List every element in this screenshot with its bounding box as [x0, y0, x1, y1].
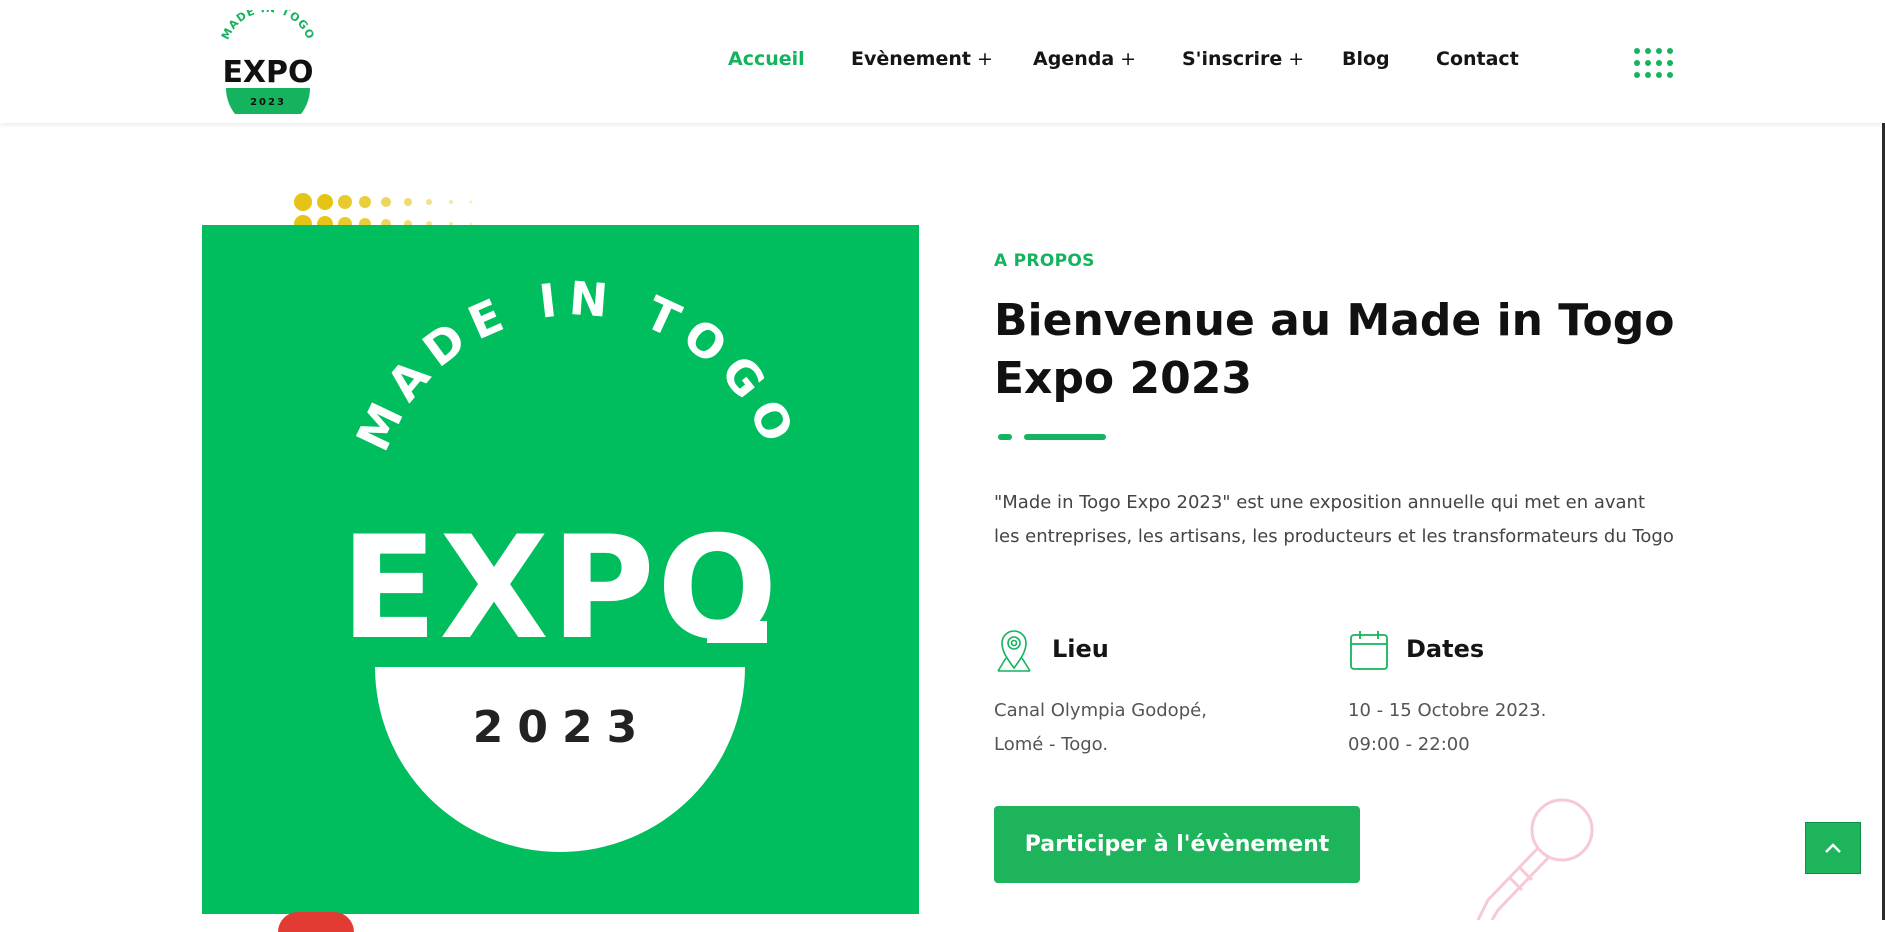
- location-line-2: Lomé - Togo.: [994, 734, 1109, 755]
- nav-label: Contact: [1436, 48, 1519, 70]
- nav-label: Blog: [1342, 48, 1390, 70]
- title-divider: [998, 434, 1106, 440]
- nav-item-sinscrire[interactable]: S'inscrire +: [1182, 48, 1304, 70]
- dates-line-1: 10 - 15 Octobre 2023.: [1348, 700, 1547, 721]
- plus-icon: +: [976, 48, 993, 70]
- expo-logo[interactable]: MADE IN TOGO EXPO 2023: [212, 10, 324, 114]
- nav-label: Accueil: [728, 48, 805, 70]
- page-title: Bienvenue au Made in Togo Expo 2023: [994, 295, 1675, 404]
- dates-title: Dates: [1406, 635, 1485, 663]
- nav-item-contact[interactable]: Contact: [1436, 48, 1519, 70]
- svg-text:MADE IN TOGO: MADE IN TOGO: [346, 271, 809, 459]
- svg-text:2023: 2023: [250, 97, 286, 108]
- decorative-red-shape: [278, 912, 354, 932]
- svg-text:MADE IN TOGO: MADE IN TOGO: [219, 10, 317, 42]
- dots-grid-icon[interactable]: [1633, 47, 1673, 79]
- section-eyebrow: A PROPOS: [994, 251, 1095, 271]
- decorative-dots: [294, 193, 473, 230]
- location-title: Lieu: [1052, 635, 1109, 663]
- chevron-up-icon: [1825, 843, 1841, 853]
- nav-item-blog[interactable]: Blog: [1342, 48, 1390, 70]
- plus-icon: +: [1120, 48, 1137, 70]
- back-to-top-button[interactable]: [1805, 822, 1861, 874]
- dates-line-2: 09:00 - 22:00: [1348, 734, 1470, 755]
- map-pin-icon: [997, 630, 1031, 672]
- expo-emblem: MADE IN TOGO EXPO 2023: [340, 271, 809, 852]
- nav-label: S'inscrire: [1182, 48, 1283, 70]
- calendar-icon: [1350, 631, 1388, 670]
- hero-image: MADE IN TOGO EXPO 2023: [202, 225, 919, 914]
- about-description: "Made in Togo Expo 2023" est une exposit…: [994, 492, 1674, 547]
- site-header: MADE IN TOGO EXPO 2023 Accueil Evènement…: [0, 0, 1885, 123]
- location-line-1: Canal Olympia Godopé,: [994, 700, 1207, 721]
- nav-item-evenement[interactable]: Evènement +: [851, 48, 993, 70]
- nav-label: Evènement: [851, 48, 971, 70]
- nav-label: Agenda: [1033, 48, 1115, 70]
- svg-text:EXPO: EXPO: [340, 506, 779, 671]
- nav-item-agenda[interactable]: Agenda +: [1033, 48, 1136, 70]
- svg-text:2023: 2023: [473, 702, 651, 753]
- svg-text:EXPO: EXPO: [222, 55, 313, 90]
- nav-item-accueil[interactable]: Accueil: [728, 48, 805, 70]
- participate-button[interactable]: Participer à l'évènement: [994, 806, 1360, 883]
- plus-icon: +: [1288, 48, 1305, 70]
- microphone-icon: [1476, 798, 1594, 920]
